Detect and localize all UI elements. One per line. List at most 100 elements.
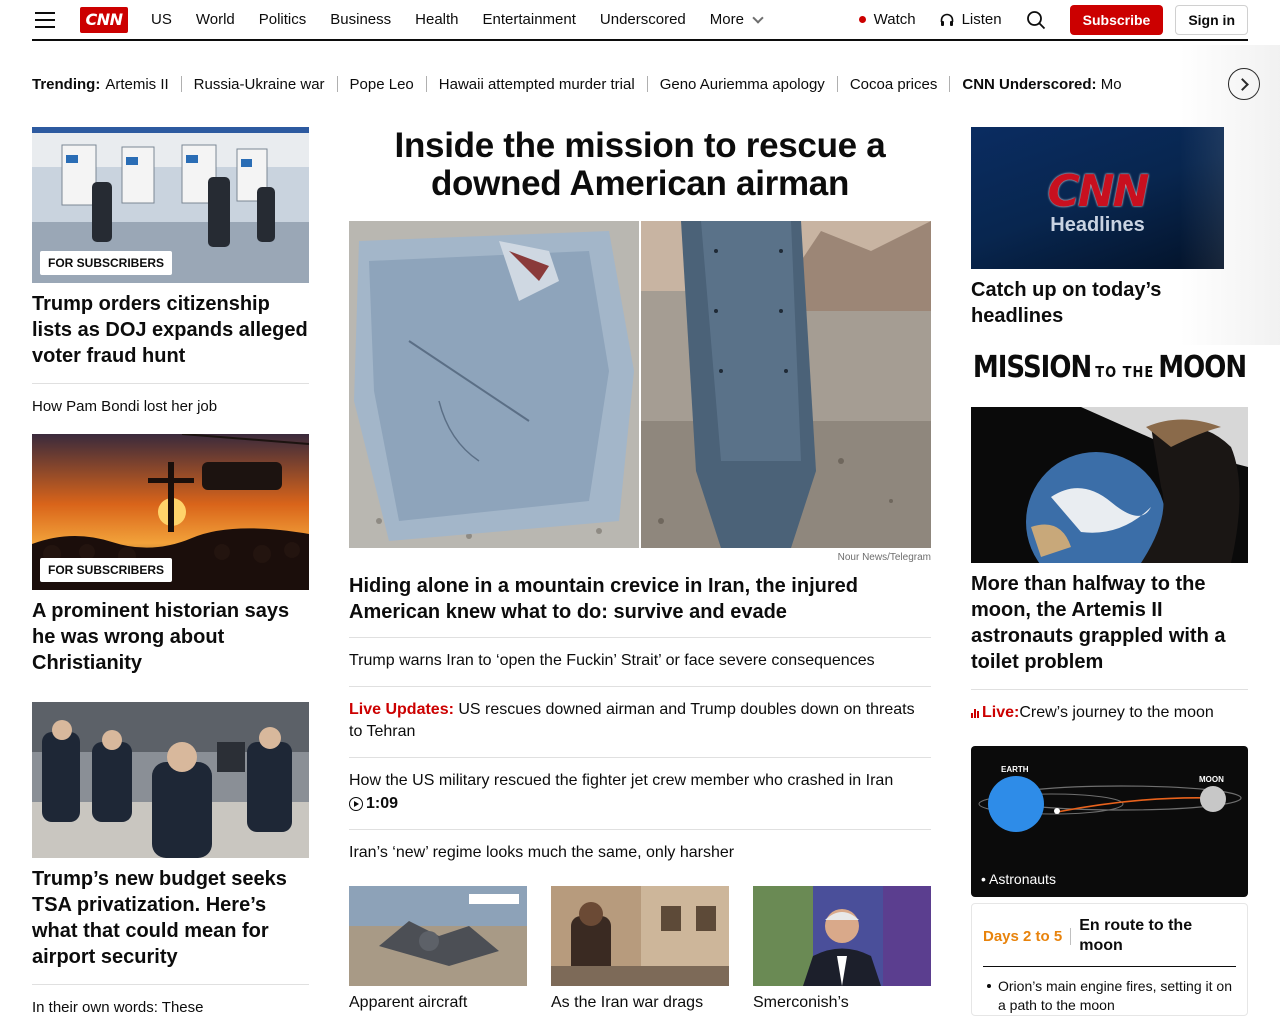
iran-street-image (551, 886, 729, 986)
moon-label: MOON (1199, 775, 1224, 784)
live-text: Crew’s journey to the moon (1019, 704, 1214, 721)
astronaut-earth-photo (971, 407, 1248, 563)
thumbnail-card[interactable]: Smerconish’s (753, 886, 931, 1014)
thumbnail-card[interactable]: As the Iran war drags (551, 886, 729, 1014)
divider (425, 76, 427, 92)
thumbnail-row: Apparent aircraft As the Iran war drags … (349, 886, 931, 1014)
lead-title[interactable]: Inside the mission to rescue a downed Am… (349, 127, 931, 203)
header-actions: Watch Listen Subscribe Sign in (858, 0, 1248, 39)
headlines-word: Headlines (1050, 213, 1145, 236)
nav-entertainment[interactable]: Entertainment (483, 11, 576, 28)
live-updates-label: Live Updates: (349, 701, 454, 718)
trending-item[interactable]: Pope Leo (350, 76, 414, 93)
divider (180, 76, 182, 92)
chevron-right-icon (1235, 77, 1249, 91)
menu-icon[interactable] (35, 11, 55, 28)
headlines-video-tile[interactable]: CNN Headlines (971, 127, 1224, 269)
thumbnail-card[interactable]: Apparent aircraft (349, 886, 527, 1014)
mission-to-the: TO THE (1095, 364, 1155, 382)
related-video-link[interactable]: How the US military rescued the fighter … (349, 757, 931, 829)
timeline-item: Orion’s main engine fires, setting it on… (983, 967, 1236, 1015)
timeline-card[interactable]: Days 2 to 5 En route to the moon Orion’s… (971, 903, 1248, 1016)
timeline-days: Days 2 to 5 (983, 927, 1072, 945)
story-link[interactable]: How Pam Bondi lost her job (32, 384, 309, 432)
trending-item[interactable]: Cocoa prices (850, 76, 938, 93)
nav-world[interactable]: World (196, 11, 235, 28)
headphones-icon (940, 13, 953, 26)
listen-link[interactable]: Listen (940, 11, 1002, 28)
related-link[interactable]: Trump warns Iran to ‘open the Fuckin’ St… (349, 637, 931, 686)
story-headline[interactable]: More than halfway to the moon, the Artem… (971, 571, 1248, 675)
trending-item[interactable]: Artemis II (105, 76, 168, 93)
smerconish-image (753, 886, 931, 986)
related-link[interactable]: Iran’s ‘new’ regime looks much the same,… (349, 829, 931, 878)
mission-to-the-moon-logo[interactable]: MISSION TO THE MOON (971, 351, 1248, 386)
divider (336, 76, 338, 92)
center-column: Inside the mission to rescue a downed Am… (349, 127, 931, 1014)
timeline-header: Days 2 to 5 En route to the moon (983, 916, 1236, 967)
divider (949, 76, 951, 92)
related-links: Trump warns Iran to ‘open the Fuckin’ St… (349, 637, 931, 878)
story-headline[interactable]: Trump orders citizenship lists as DOJ ex… (32, 291, 309, 369)
listen-label: Listen (961, 11, 1002, 28)
story-link[interactable]: In their own words: These (32, 985, 309, 1024)
trending-item[interactable]: Hawaii attempted murder trial (439, 76, 635, 93)
voting-booths-image[interactable]: FOR SUBSCRIBERS (32, 127, 309, 283)
nav-more[interactable]: More (710, 11, 764, 28)
trending-underscored-label: CNN Underscored: (962, 75, 1097, 93)
sign-in-button[interactable]: Sign in (1175, 4, 1248, 35)
cross-sunset-image[interactable]: FOR SUBSCRIBERS (32, 434, 309, 590)
watch-label: Watch (873, 11, 916, 28)
duration-text: 1:09 (366, 795, 399, 812)
related-link-text: Trump warns Iran to ‘open the Fuckin’ St… (349, 652, 875, 669)
wreckage-photo-right (641, 221, 931, 548)
subscribers-badge: FOR SUBSCRIBERS (40, 251, 173, 275)
related-link-text: How the US military rescued the fighter … (349, 772, 894, 789)
related-link-text: Iran’s ‘new’ regime looks much the same,… (349, 844, 735, 861)
live-label: Live: (982, 704, 1020, 721)
search-icon[interactable] (1026, 10, 1046, 30)
cnn-logo[interactable]: CNN (80, 6, 128, 33)
mission-moon: MOON (1158, 350, 1247, 386)
nav-underscored[interactable]: Underscored (600, 11, 686, 28)
right-column: CNN Headlines Catch up on today’s headli… (971, 127, 1248, 1016)
astronaut-earth-image[interactable] (971, 407, 1248, 563)
tsa-photo (32, 702, 309, 858)
trending-item[interactable]: Geno Auriemma apology (660, 76, 825, 93)
play-icon (349, 797, 363, 811)
thumbnail-caption: Apparent aircraft (349, 994, 468, 1011)
nav-us[interactable]: US (151, 11, 172, 28)
trending-underscored[interactable]: CNN Underscored: Mo (962, 76, 1121, 93)
watch-link[interactable]: Watch (858, 11, 916, 28)
divider (836, 76, 838, 92)
lead-headline[interactable]: Hiding alone in a mountain crevice in Ir… (349, 573, 931, 625)
thumbnail-caption: Smerconish’s (753, 994, 849, 1011)
trending-label: Trending: (32, 75, 101, 93)
orbit-graphic[interactable]: EARTH MOON • Astronauts (971, 746, 1248, 897)
story-headline[interactable]: Trump’s new budget seeks TSA privatizati… (32, 866, 309, 970)
tsa-image[interactable] (32, 702, 309, 858)
mission-word: MISSION (972, 350, 1092, 386)
nav-health[interactable]: Health (415, 11, 458, 28)
video-duration: 1:09 (349, 793, 398, 815)
subscribe-button[interactable]: Subscribe (1069, 4, 1164, 35)
story-headline[interactable]: A prominent historian says he was wrong … (32, 598, 309, 676)
trending-next-button[interactable] (1228, 68, 1260, 100)
live-dot-icon (858, 16, 866, 23)
trending-underscored-text: Mo (1100, 75, 1122, 93)
nav-business[interactable]: Business (330, 11, 391, 28)
left-column: FOR SUBSCRIBERS Trump orders citizenship… (32, 127, 309, 1024)
earth-label: EARTH (1001, 765, 1029, 774)
story-headline[interactable]: Catch up on today’s headlines (971, 277, 1248, 329)
trending-bar: Trending: Artemis II Russia-Ukraine war … (32, 72, 1260, 96)
site-header: CNN US World Politics Business Health En… (32, 0, 1248, 41)
nav-politics[interactable]: Politics (259, 11, 307, 28)
lead-image[interactable] (349, 221, 931, 548)
wreckage-photo-left (349, 221, 639, 548)
related-link[interactable]: Live Updates: US rescues downed airman a… (349, 686, 931, 757)
aircraft-wreck-image (349, 886, 527, 986)
trending-item[interactable]: Russia-Ukraine war (194, 76, 325, 93)
timeline-title: En route to the moon (1079, 917, 1193, 954)
live-link[interactable]: Live: Crew’s journey to the moon (971, 689, 1248, 722)
headlines-logo: CNN (1047, 165, 1150, 217)
